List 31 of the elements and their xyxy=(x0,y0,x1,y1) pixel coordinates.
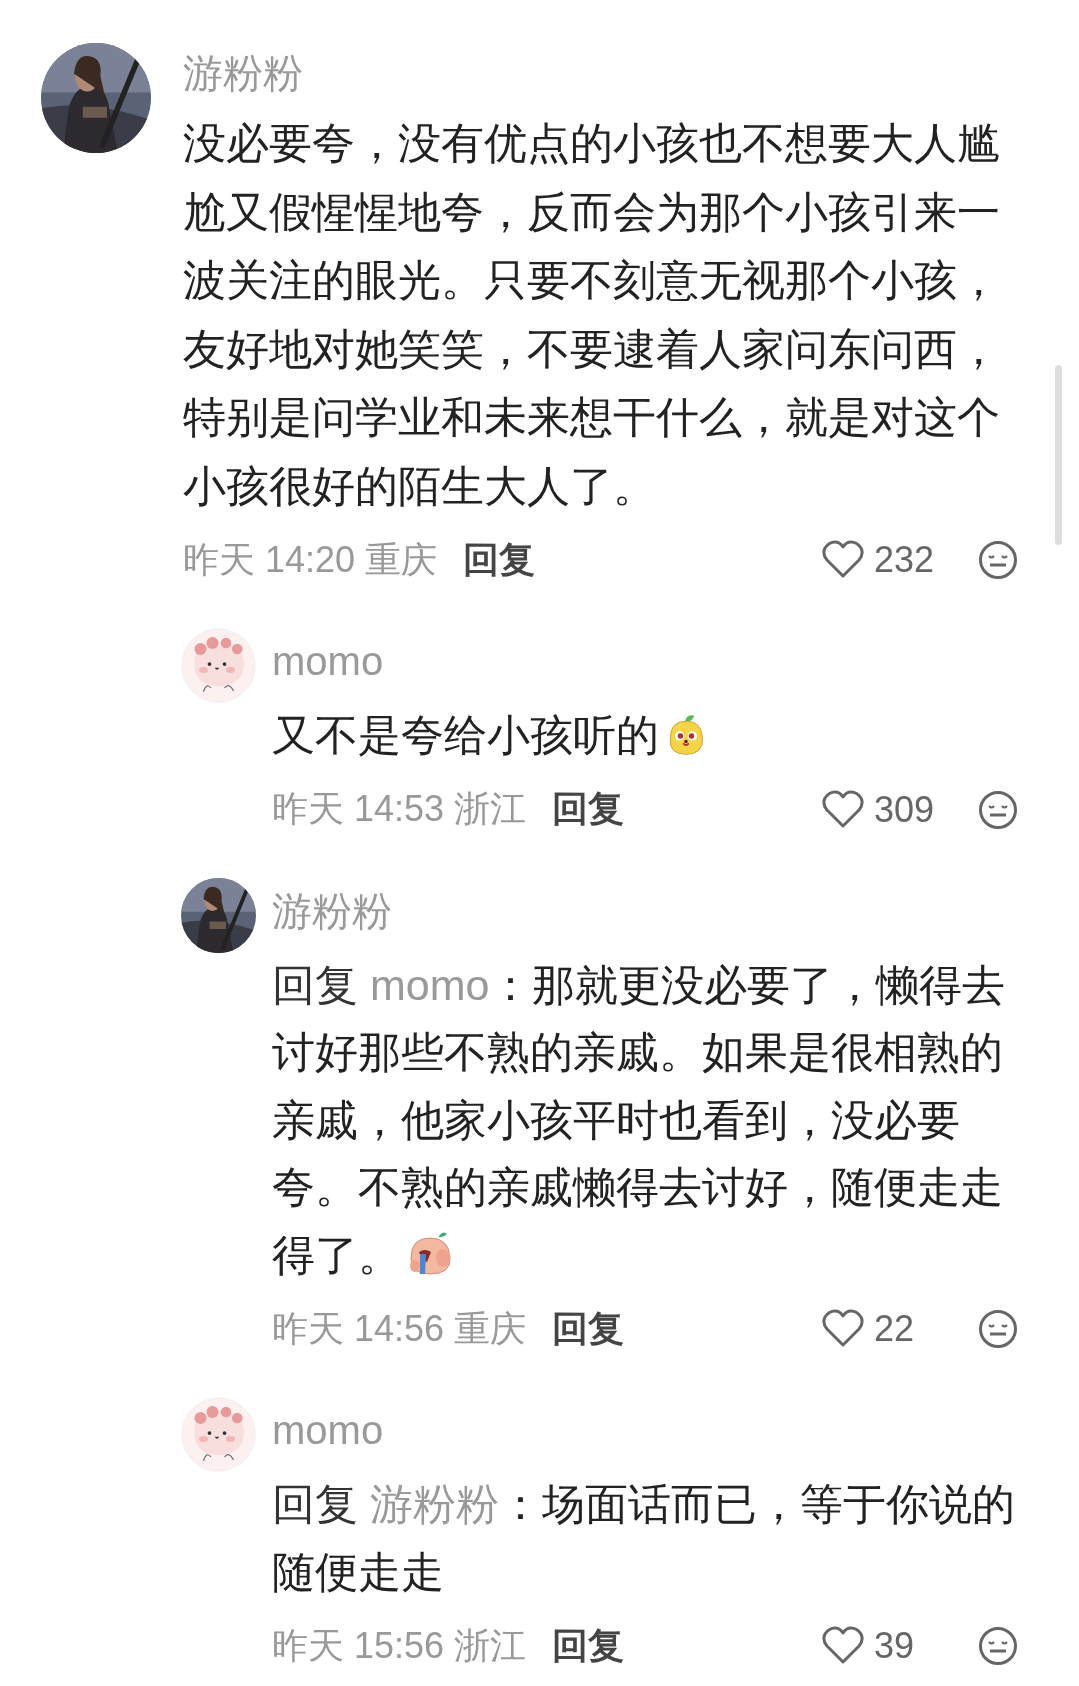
comment-location: 浙江 xyxy=(454,787,527,831)
comment-location: 重庆 xyxy=(454,1306,527,1351)
like-count: 22 xyxy=(874,1308,916,1350)
comment-time: 昨天 14:53 xyxy=(272,787,445,831)
comment-location: 浙江 xyxy=(454,1623,527,1668)
heart-icon[interactable] xyxy=(822,1309,864,1349)
reply-link[interactable]: 回复 xyxy=(552,785,625,834)
dislike-icon[interactable] xyxy=(978,1309,1018,1349)
comment-time: 昨天 14:20 xyxy=(183,537,356,582)
reply-link[interactable]: 回复 xyxy=(463,535,536,585)
dislike-icon[interactable] xyxy=(978,1626,1018,1666)
like-count: 232 xyxy=(873,539,934,581)
comment-text: 回复 momo：那就更没必要了，懒得去讨好那些不熟的亲戚。如果是很相熟的亲戚，他家小孩平时也看到，没必要夸。不熟的亲戚懒得去讨好，随便走走得了。 xyxy=(272,959,1007,1281)
comment-time: 昨天 14:56 xyxy=(272,1306,445,1351)
like-count: 39 xyxy=(874,1625,916,1667)
comment-text: 回复 游粉粉：场面话而已，等于你说的随便走走 xyxy=(272,1479,1016,1598)
like-count: 309 xyxy=(873,788,934,831)
dislike-icon[interactable] xyxy=(978,540,1018,580)
reply-link[interactable]: 回复 xyxy=(552,1304,625,1354)
heart-icon[interactable] xyxy=(822,1626,864,1666)
comment-text: 又不是夸给小孩听的 xyxy=(272,702,1032,770)
comment-time: 昨天 15:56 xyxy=(272,1623,445,1668)
avatar-icon xyxy=(181,628,256,703)
heart-icon[interactable] xyxy=(821,540,864,580)
heart-icon[interactable] xyxy=(821,789,864,830)
reply-link[interactable]: 回复 xyxy=(552,1621,625,1671)
scrollbar[interactable] xyxy=(1055,365,1062,545)
avatar-icon xyxy=(181,1397,256,1472)
comment-location: 重庆 xyxy=(365,537,438,582)
dislike-icon[interactable] xyxy=(978,789,1018,830)
comment-text: 没必要夸，没有优点的小孩也不想要大人尴尬又假惺惺地夸，反而会为那个小孩引来一波关注的眼光。只要不刻意无视那个小孩，友好地对她笑笑，不要逮着人家问东问西，特别是问学业和未来想干什么，就是对这个小孩很好的陌生大人了。 xyxy=(183,118,1001,512)
